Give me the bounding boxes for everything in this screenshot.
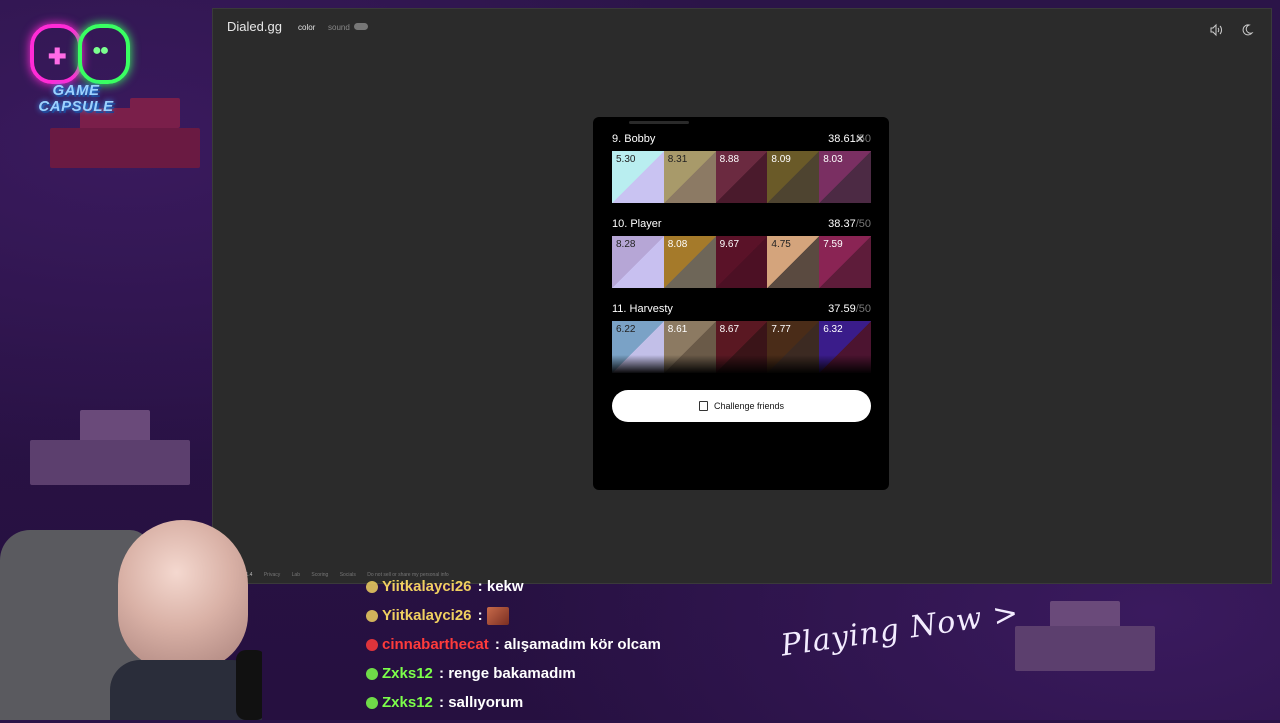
- swatch-score: 8.03: [823, 154, 843, 165]
- copy-icon: [698, 401, 708, 411]
- swatch-score: 5.30: [616, 154, 636, 165]
- buttons-icon: ●●: [92, 42, 109, 59]
- game-capsule-logo: ✚ ●● GAME CAPSULE: [26, 20, 130, 120]
- chat-message: Zxks12 : renge bakamadım: [366, 665, 786, 694]
- entry-header: 9. Bobby 38.61/50: [612, 133, 871, 149]
- swatch-score: 8.61: [667, 324, 688, 335]
- chat-username: Yiitkalayci26: [382, 607, 472, 624]
- swatch-score: 7.77: [771, 324, 791, 335]
- entry-name: 11. Harvesty: [612, 303, 673, 315]
- swatch-score: 4.75: [771, 239, 791, 250]
- leaderboard-entry: 10. Player 38.37/50 8.28 8.08 9.67 4.75 7.59: [612, 218, 871, 288]
- chat-overlay: Yiitkalayci26 : kekw Yiitkalayci26 : cinn…: [366, 578, 786, 723]
- chat-message: Yiitkalayci26 :: [366, 607, 786, 636]
- chat-username: Yiitkalayci26: [382, 578, 472, 595]
- footer-link-lab[interactable]: Lab: [292, 572, 300, 578]
- logo-line1: GAME: [52, 82, 100, 99]
- scroll-fade: [612, 355, 871, 373]
- chat-badge-icon: [366, 639, 378, 652]
- chat-text: sallıyorum: [448, 694, 524, 711]
- swatch-score: 8.08: [667, 239, 688, 250]
- swatch-score: 8.88: [719, 154, 740, 165]
- chat-badge-icon: [366, 610, 378, 623]
- footer-link-privacy[interactable]: Privacy: [264, 572, 280, 578]
- emote-image: [486, 607, 509, 626]
- streamer-head: [118, 520, 248, 670]
- color-swatches: 6.22 8.61 8.67 7.77 6.32: [612, 321, 871, 373]
- color-swatch: 8.08: [663, 236, 716, 288]
- chat-separator: :: [434, 694, 449, 711]
- color-swatch: 4.75: [767, 236, 820, 288]
- microphone: [236, 650, 262, 720]
- entry-name: 10. Player: [612, 218, 662, 230]
- brand-title[interactable]: Dialed.gg: [227, 19, 282, 34]
- chat-separator: :: [473, 607, 487, 624]
- leaderboard-entry: 9. Bobby 38.61/50 5.30 8.31 8.88 8.09 8.03 ✕: [612, 132, 871, 203]
- chat-text: kekw: [486, 578, 524, 595]
- entry-header: 11. Harvesty 37.59/50: [612, 303, 871, 319]
- scroll-indicator: [629, 121, 689, 124]
- color-swatches: 8.28 8.08 9.67 4.75 7.59: [612, 236, 871, 288]
- color-swatch: 8.88: [715, 151, 768, 203]
- score-total: /50: [855, 218, 871, 230]
- swatch-score: 6.22: [616, 324, 636, 335]
- swatch-score: 8.28: [616, 239, 636, 250]
- score-value: 37.59: [828, 303, 856, 315]
- nav-sound-link[interactable]: sound: [328, 23, 350, 32]
- swatch-score: 7.59: [823, 239, 843, 250]
- nav-color-link[interactable]: color: [298, 23, 315, 32]
- swatch-score: 6.32: [823, 324, 843, 335]
- score-total: /50: [855, 303, 871, 315]
- pixel-cloud-left: [20, 400, 190, 500]
- dpad-icon: ✚: [48, 44, 67, 69]
- chat-separator: :: [473, 578, 487, 595]
- color-swatch: 7.59: [819, 236, 871, 288]
- chat-message: cinnabarthecat : alışamadım kör olcam: [366, 636, 786, 665]
- swatch-score: 8.67: [719, 324, 740, 335]
- close-icon[interactable]: ✕: [855, 132, 865, 146]
- speaker-icon[interactable]: [1208, 23, 1224, 39]
- chat-username: Zxks12: [382, 694, 433, 711]
- chat-username: Zxks12: [382, 665, 433, 682]
- chat-message: Zxks12 : sallıyorum: [366, 694, 786, 723]
- footer-link-scoring[interactable]: Scoring: [311, 572, 328, 578]
- chat-username: cinnabarthecat: [382, 636, 489, 653]
- chat-badge-icon: [366, 697, 378, 710]
- leaderboard-entry: 11. Harvesty 37.59/50 6.22 8.61 8.67 7.77 6.32: [612, 303, 871, 373]
- chat-separator: :: [434, 665, 449, 682]
- moon-icon[interactable]: [1239, 23, 1255, 39]
- color-swatches: 5.30 8.31 8.88 8.09 8.03: [612, 151, 871, 203]
- score-value: 38.37: [828, 218, 856, 230]
- swatch-score: 9.67: [719, 239, 740, 250]
- entry-header: 10. Player 38.37/50: [612, 218, 871, 234]
- color-swatch: 9.67: [715, 236, 768, 288]
- logo-line2: CAPSULE: [38, 98, 114, 115]
- webcam-feed: [0, 520, 262, 720]
- color-swatch: 8.31: [663, 151, 716, 203]
- swatch-score: 8.31: [667, 154, 688, 165]
- color-swatch: 8.03: [819, 151, 871, 203]
- color-swatch: 5.30: [612, 151, 664, 203]
- chat-text: renge bakamadım: [448, 665, 576, 682]
- challenge-friends-button[interactable]: Challenge friends: [612, 390, 871, 422]
- new-badge: [354, 23, 368, 30]
- entry-score: 38.37/50: [828, 218, 871, 230]
- chat-separator: :: [490, 636, 505, 653]
- challenge-label: Challenge friends: [713, 401, 785, 411]
- entry-score: 37.59/50: [828, 303, 871, 315]
- swatch-score: 8.09: [771, 154, 791, 165]
- color-swatch: 8.28: [612, 236, 664, 288]
- chat-badge-icon: [366, 581, 378, 594]
- chat-message: Yiitkalayci26 : kekw: [366, 578, 786, 607]
- pixel-cloud-right: [1010, 596, 1160, 686]
- footer-link-socials[interactable]: Socials: [340, 572, 356, 578]
- chat-badge-icon: [366, 668, 378, 681]
- entry-name: 9. Bobby: [612, 133, 656, 145]
- score-value: 38.61: [828, 133, 856, 145]
- chat-text: alışamadım kör olcam: [504, 636, 661, 653]
- color-swatch: 8.09: [767, 151, 820, 203]
- leaderboard-modal: 9. Bobby 38.61/50 5.30 8.31 8.88 8.09 8.03 ✕ 10.…: [593, 117, 889, 490]
